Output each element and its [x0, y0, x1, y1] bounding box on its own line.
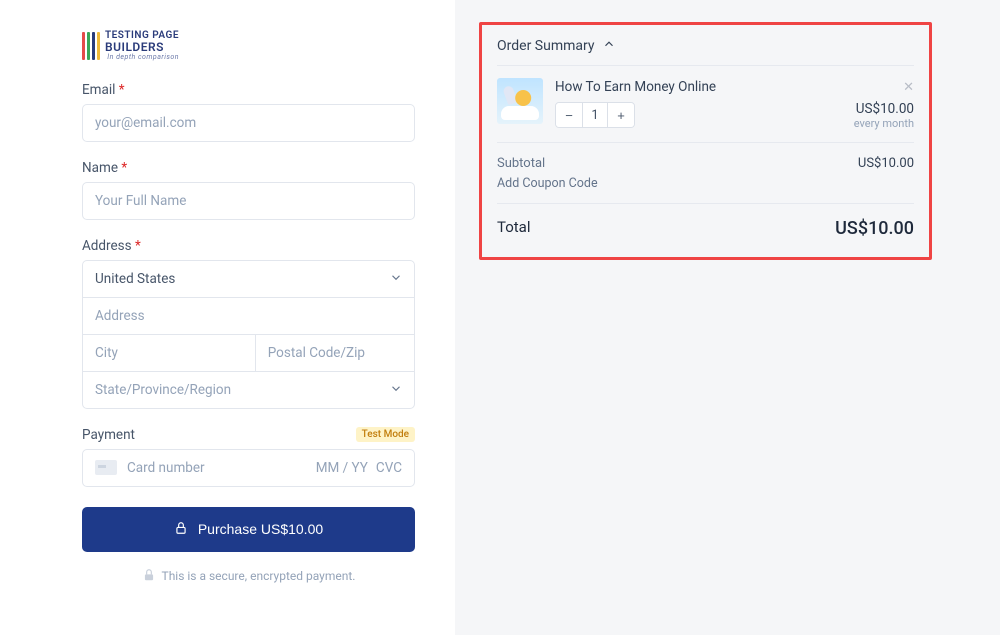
item-title: How To Earn Money Online	[555, 78, 842, 96]
checkout-form-panel: TESTING PAGE BUILDERS In depth compariso…	[0, 0, 455, 635]
card-expiry-placeholder: MM / YY	[316, 460, 368, 476]
logo-line2: BUILDERS	[105, 40, 164, 54]
card-input[interactable]: Card number MM / YY CVC	[82, 449, 415, 487]
item-thumbnail	[497, 78, 543, 124]
email-label: Email *	[82, 82, 415, 98]
region-select[interactable]: State/Province/Region	[82, 372, 415, 409]
lock-icon	[174, 521, 188, 538]
total-amount: US$10.00	[835, 218, 914, 239]
name-label: Name *	[82, 160, 415, 176]
subtotal-label: Subtotal	[497, 156, 545, 171]
item-price: US$10.00	[854, 101, 914, 117]
chevron-up-icon	[602, 37, 616, 55]
total-label: Total	[497, 218, 531, 239]
brand-logo: TESTING PAGE BUILDERS In depth compariso…	[82, 30, 415, 62]
test-mode-badge: Test Mode	[356, 427, 415, 442]
email-field[interactable]	[82, 104, 415, 142]
order-summary-panel: Order Summary How To Earn Money Online −…	[455, 0, 1000, 635]
city-field[interactable]	[82, 335, 255, 372]
summary-header[interactable]: Order Summary	[497, 25, 914, 65]
lock-icon	[142, 568, 156, 585]
card-cvc-placeholder: CVC	[376, 460, 402, 476]
qty-increase-button[interactable]: +	[608, 103, 634, 127]
cart-item: How To Earn Money Online − 1 + ✕ US$10.0…	[497, 65, 914, 142]
country-select[interactable]: United States	[82, 260, 415, 298]
item-recurrence: every month	[854, 117, 914, 130]
name-field[interactable]	[82, 182, 415, 220]
qty-decrease-button[interactable]: −	[556, 103, 582, 127]
quantity-stepper: − 1 +	[555, 102, 635, 128]
secure-note: This is a secure, encrypted payment.	[82, 568, 415, 585]
card-number-placeholder: Card number	[127, 460, 306, 476]
logo-tagline: In depth comparison	[105, 54, 179, 62]
purchase-button[interactable]: Purchase US$10.00	[82, 507, 415, 552]
subtotal-amount: US$10.00	[858, 156, 914, 171]
postal-field[interactable]	[255, 335, 415, 372]
qty-value: 1	[582, 103, 608, 127]
remove-item-button[interactable]: ✕	[854, 80, 914, 95]
card-icon	[95, 460, 117, 475]
address-label: Address *	[82, 238, 415, 254]
street-field[interactable]	[82, 298, 415, 335]
add-coupon-link[interactable]: Add Coupon Code	[497, 174, 914, 193]
payment-label: Payment	[82, 427, 135, 443]
summary-highlight: Order Summary How To Earn Money Online −…	[479, 22, 932, 260]
